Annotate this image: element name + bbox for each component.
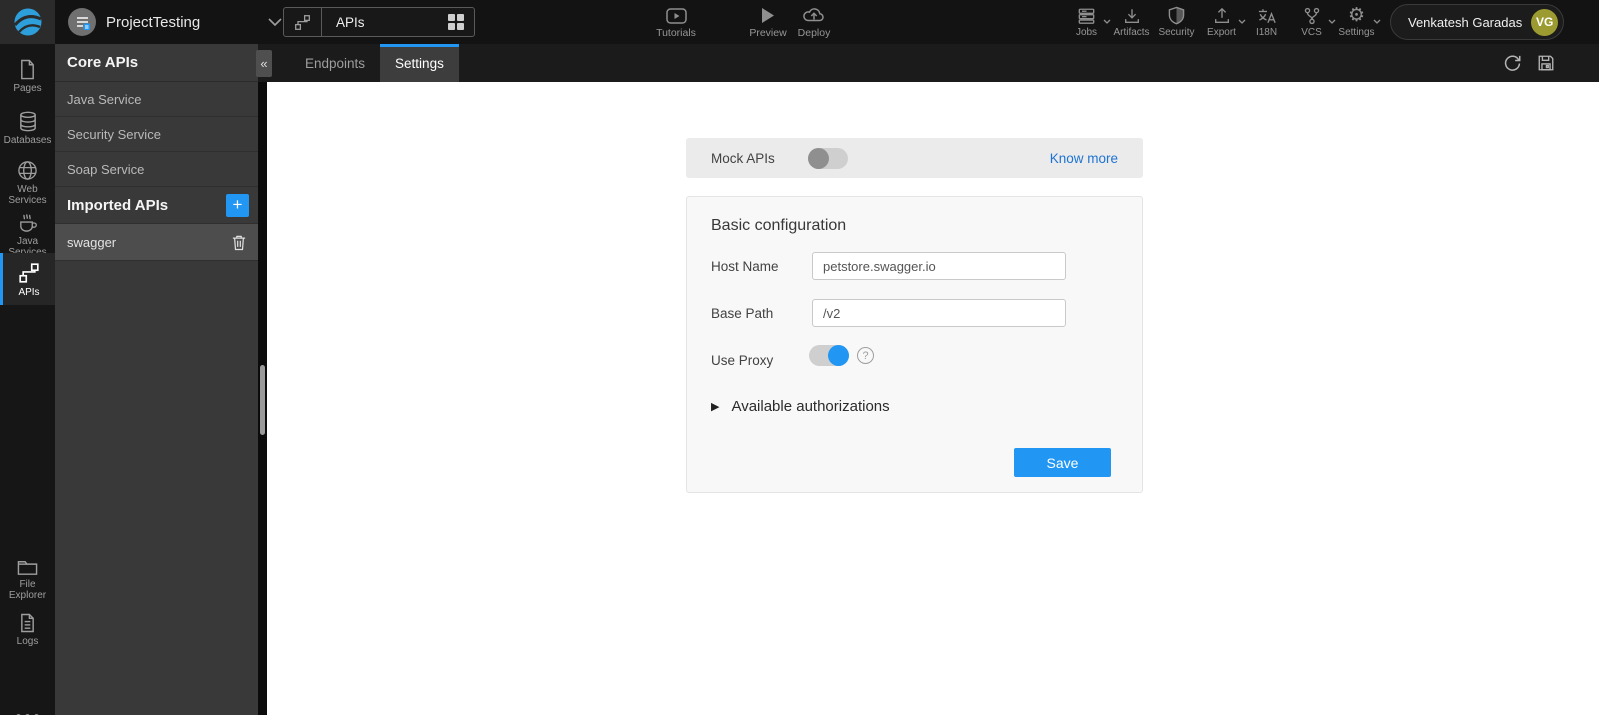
- list-item-swagger[interactable]: swagger: [55, 224, 258, 261]
- settings-button[interactable]: ⚙ Settings: [1334, 6, 1381, 38]
- i18n-translate-icon: [1244, 6, 1289, 25]
- save-icon[interactable]: [1537, 54, 1555, 72]
- topbar-tools: Jobs Artifacts Security Export I18N VCS …: [1064, 6, 1381, 38]
- collapse-panel-button[interactable]: «: [256, 50, 272, 77]
- security-button[interactable]: Security: [1154, 6, 1199, 38]
- i18n-button[interactable]: I18N: [1244, 6, 1289, 38]
- expand-triangle-icon: ▶: [711, 400, 720, 413]
- project-name: ProjectTesting: [106, 13, 201, 31]
- settings-content: Mock APIs Know more Basic configuration …: [267, 82, 1599, 715]
- tab-bar: Endpoints Settings: [258, 44, 1599, 82]
- artifacts-button[interactable]: Artifacts: [1109, 6, 1154, 38]
- tab-endpoints[interactable]: Endpoints: [290, 44, 380, 82]
- mock-apis-toggle[interactable]: [808, 147, 848, 169]
- user-name: Venkatesh Garadas: [1408, 14, 1523, 30]
- logs-icon: [0, 613, 55, 633]
- deploy-button[interactable]: Deploy: [786, 6, 842, 39]
- workspace-switcher[interactable]: APIs: [283, 7, 475, 37]
- jobs-button[interactable]: Jobs: [1064, 6, 1111, 38]
- panel-scrollbar: [258, 82, 267, 715]
- sidebar-item-apis[interactable]: APIs: [0, 253, 55, 305]
- host-name-input[interactable]: [812, 252, 1066, 280]
- refresh-icon[interactable]: [1503, 54, 1522, 73]
- add-api-button[interactable]: +: [226, 193, 249, 217]
- tutorials-icon: [645, 6, 707, 25]
- chevron-down-icon: [268, 18, 282, 26]
- available-authorizations-label: Available authorizations: [731, 398, 890, 415]
- basic-configuration-card: Basic configuration Host Name Base Path …: [686, 196, 1143, 493]
- host-name-label: Host Name: [711, 259, 779, 274]
- save-button[interactable]: Save: [1014, 448, 1111, 477]
- wave-logo-icon: [13, 8, 42, 36]
- avatar: VG: [1531, 8, 1559, 36]
- tutorials-button[interactable]: Tutorials: [645, 6, 707, 39]
- base-path-label: Base Path: [711, 306, 774, 321]
- delete-icon[interactable]: [232, 234, 246, 251]
- left-nav-rail: Pages Databases Web Services Java Servic…: [0, 44, 55, 715]
- project-selector[interactable]: ProjectTesting: [68, 0, 282, 44]
- use-proxy-label: Use Proxy: [711, 353, 774, 368]
- sidebar-item-java-services[interactable]: Java Services: [0, 207, 55, 258]
- list-item-security-service[interactable]: Security Service: [55, 117, 258, 152]
- sidebar-item-logs[interactable]: Logs: [0, 607, 55, 647]
- databases-icon: [0, 111, 55, 132]
- vcs-button[interactable]: VCS: [1289, 6, 1336, 38]
- available-authorizations-expander[interactable]: ▶ Available authorizations: [711, 398, 890, 415]
- tab-settings[interactable]: Settings: [380, 44, 459, 82]
- core-apis-header: Core APIs: [55, 44, 258, 82]
- workspace-label: APIs: [336, 14, 365, 30]
- card-title: Basic configuration: [711, 217, 847, 234]
- api-node-icon: [284, 8, 322, 36]
- base-path-input[interactable]: [812, 299, 1066, 327]
- use-proxy-toggle[interactable]: [809, 345, 849, 366]
- sidebar-item-databases[interactable]: Databases: [0, 105, 55, 146]
- globe-icon: [0, 160, 55, 181]
- imported-apis-header: Imported APIs +: [55, 187, 258, 224]
- mock-apis-label: Mock APIs: [711, 150, 775, 166]
- user-menu[interactable]: Venkatesh Garadas VG: [1390, 4, 1565, 40]
- coffee-cup-icon: [0, 213, 55, 233]
- sidebar-item-pages[interactable]: Pages: [0, 53, 55, 94]
- export-button[interactable]: Export: [1199, 6, 1246, 38]
- list-item-soap-service[interactable]: Soap Service: [55, 152, 258, 187]
- project-icon: [68, 8, 96, 36]
- chevron-down-icon: [1373, 19, 1381, 24]
- help-icon[interactable]: ?: [857, 347, 874, 364]
- security-shield-icon: [1154, 6, 1199, 25]
- pages-icon: [0, 59, 55, 80]
- top-bar: ProjectTesting APIs Tutorials Preview De…: [0, 0, 1599, 44]
- apps-grid-icon[interactable]: [448, 14, 464, 30]
- mock-apis-bar: Mock APIs Know more: [686, 138, 1143, 178]
- know-more-link[interactable]: Know more: [1050, 151, 1118, 166]
- scrollbar-thumb[interactable]: [260, 365, 265, 435]
- app-window: ProjectTesting APIs Tutorials Preview De…: [0, 0, 1599, 715]
- wavemaker-logo[interactable]: [0, 0, 55, 44]
- list-item-java-service[interactable]: Java Service: [55, 82, 258, 117]
- apis-panel: Core APIs Java Service Security Service …: [55, 44, 258, 715]
- sidebar-item-file-explorer[interactable]: File Explorer: [0, 552, 55, 601]
- artifacts-download-icon: [1109, 6, 1154, 25]
- deploy-cloud-icon: [786, 6, 842, 25]
- apis-node-icon: [3, 262, 55, 284]
- sidebar-item-web-services[interactable]: Web Services: [0, 154, 55, 206]
- folder-icon: [0, 558, 55, 576]
